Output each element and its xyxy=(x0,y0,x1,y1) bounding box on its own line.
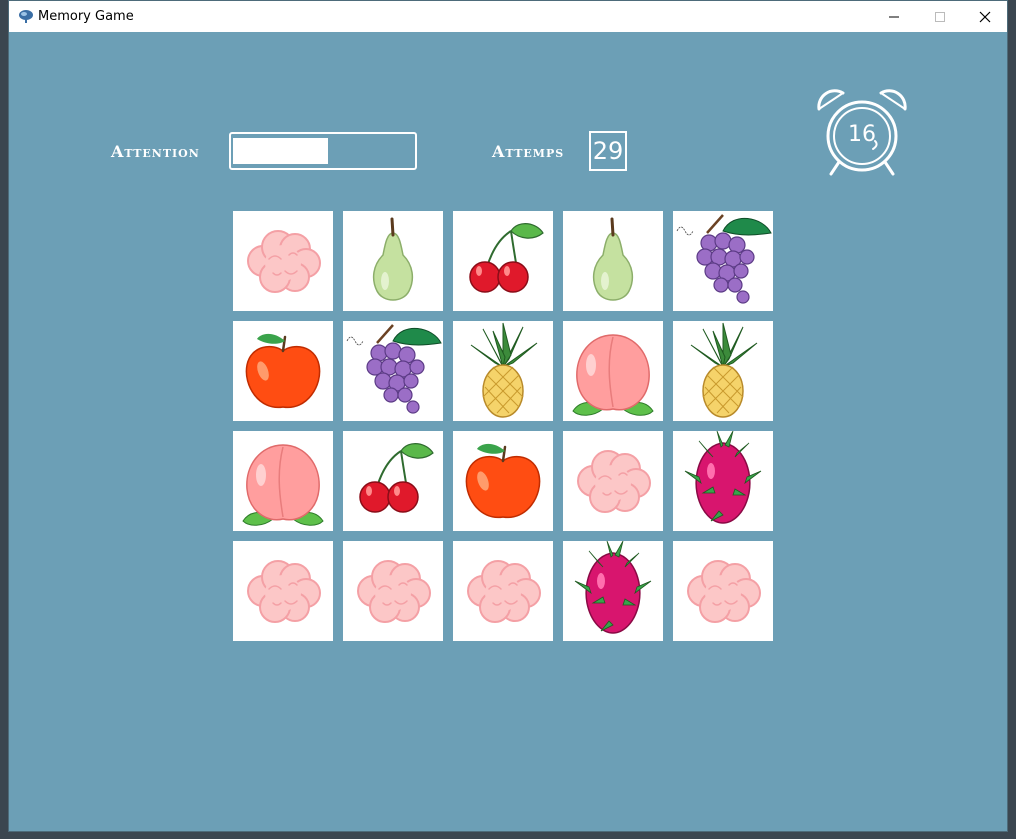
title-bar: Memory Game xyxy=(9,1,1007,32)
window-title: Memory Game xyxy=(38,9,134,24)
memory-card-brain[interactable] xyxy=(233,541,333,641)
timer: 16 xyxy=(813,87,911,179)
maximize-icon xyxy=(935,11,945,22)
peach-icon xyxy=(242,444,324,526)
memory-card-brain[interactable] xyxy=(343,541,443,641)
grape-icon xyxy=(676,214,772,304)
brain-icon xyxy=(577,450,651,513)
memory-card-pineapple[interactable] xyxy=(453,321,553,421)
memory-card-brain[interactable] xyxy=(233,211,333,311)
game-window: Memory Game Attention Attemps 29 16 xyxy=(8,0,1008,832)
dragonfruit-icon xyxy=(574,541,652,634)
apple-icon xyxy=(465,443,541,519)
minimize-button[interactable] xyxy=(871,1,917,32)
pineapple-icon xyxy=(690,322,758,418)
attention-label: Attention xyxy=(111,142,200,161)
pear-icon xyxy=(592,217,634,301)
memory-card-apple[interactable] xyxy=(233,321,333,421)
card-grid xyxy=(233,211,773,641)
grape-icon xyxy=(346,324,442,414)
close-icon xyxy=(979,11,991,22)
brain-icon xyxy=(247,230,321,293)
brain-icon xyxy=(247,560,321,623)
memory-card-apple[interactable] xyxy=(453,431,553,531)
brain-icon xyxy=(687,560,761,623)
memory-card-grape[interactable] xyxy=(343,321,443,421)
cherry-icon xyxy=(469,223,544,293)
close-button[interactable] xyxy=(962,1,1008,32)
dragonfruit-icon xyxy=(684,431,762,524)
memory-card-dragonfruit[interactable] xyxy=(563,541,663,641)
memory-card-pineapple[interactable] xyxy=(673,321,773,421)
memory-card-brain[interactable] xyxy=(563,431,663,531)
app-icon xyxy=(19,10,33,23)
attention-fill xyxy=(233,138,328,164)
attempts-label: Attemps xyxy=(492,142,565,161)
memory-card-cherry[interactable] xyxy=(453,211,553,311)
memory-card-peach[interactable] xyxy=(563,321,663,421)
memory-card-brain[interactable] xyxy=(453,541,553,641)
memory-card-grape[interactable] xyxy=(673,211,773,311)
peach-icon xyxy=(572,334,654,416)
timer-value: 16 xyxy=(848,122,876,147)
attention-meter xyxy=(229,132,417,170)
brain-icon xyxy=(357,560,431,623)
pear-icon xyxy=(372,217,414,301)
cherry-icon xyxy=(359,443,434,513)
attempts-counter: 29 xyxy=(589,131,627,171)
memory-card-pear[interactable] xyxy=(563,211,663,311)
brain-icon xyxy=(467,560,541,623)
memory-card-peach[interactable] xyxy=(233,431,333,531)
apple-icon xyxy=(245,333,321,409)
memory-card-brain[interactable] xyxy=(673,541,773,641)
memory-card-cherry[interactable] xyxy=(343,431,443,531)
minimize-icon xyxy=(889,16,899,17)
memory-card-dragonfruit[interactable] xyxy=(673,431,773,531)
maximize-button[interactable] xyxy=(917,1,963,32)
pineapple-icon xyxy=(470,322,538,418)
memory-card-pear[interactable] xyxy=(343,211,443,311)
